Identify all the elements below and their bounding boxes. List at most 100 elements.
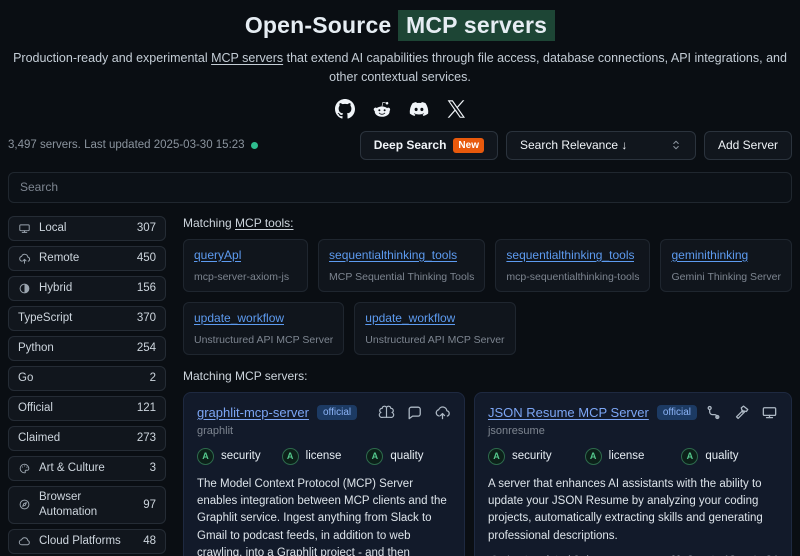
sidebar-item-art-culture[interactable]: Art & Culture 3 xyxy=(8,455,166,481)
sidebar-item-typescript[interactable]: TypeScript 370 xyxy=(8,305,166,331)
sidebar-item-count: 97 xyxy=(143,498,156,511)
tool-link[interactable]: sequentialthinking_tools xyxy=(506,248,634,262)
tool-source: Gemini Thinking Server xyxy=(671,270,781,283)
sidebar-item-label: Go xyxy=(18,371,34,384)
add-server-button[interactable]: Add Server xyxy=(703,130,792,160)
quality-rating[interactable]: Aquality xyxy=(681,447,778,465)
palette-icon xyxy=(18,462,31,475)
social-links xyxy=(8,99,792,119)
discord-icon[interactable] xyxy=(409,99,429,119)
reddit-icon[interactable] xyxy=(372,99,392,119)
tool-card: sequentialthinking_tools mcp-sequentialt… xyxy=(495,238,651,292)
rating-label: security xyxy=(221,450,261,463)
tool-link[interactable]: queryApl xyxy=(194,248,241,262)
license-rating[interactable]: Alicense xyxy=(281,447,367,465)
controls-buttons: Deep Search New Search Relevance ↓ Add S… xyxy=(359,130,792,160)
cloud-upload-icon xyxy=(18,252,31,265)
cloud-upload-icon[interactable] xyxy=(434,404,451,421)
server-capability-icons xyxy=(705,404,778,421)
tools-grid-row-2: update_workflow Unstructured API MCP Ser… xyxy=(183,301,792,355)
tool-link[interactable]: sequentialthinking_tools xyxy=(329,248,457,262)
servers-grid: graphlit-mcp-server official graphlit As… xyxy=(183,391,792,556)
sidebar-item-remote[interactable]: Remote 450 xyxy=(8,245,166,271)
subtitle-post: that extend AI capabilities through file… xyxy=(283,51,787,85)
x-icon[interactable] xyxy=(446,99,466,119)
servers-section-heading: Matching MCP servers: xyxy=(183,368,308,383)
grade-badge: A xyxy=(584,447,602,465)
deep-search-button[interactable]: Deep Search New xyxy=(359,130,498,160)
server-card-graphlit: graphlit-mcp-server official graphlit As… xyxy=(183,391,465,556)
page-title: Open-Source MCP servers xyxy=(8,10,792,41)
page-title-highlight: MCP servers xyxy=(398,10,556,41)
server-owner: jsonresume xyxy=(487,424,545,437)
tool-source: MCP Sequential Thinking Tools xyxy=(329,270,475,283)
server-card-header: graphlit-mcp-server official xyxy=(197,404,451,421)
sidebar-item-label: Browser Automation xyxy=(39,490,98,518)
server-ratings: Asecurity Alicense Aquality xyxy=(487,447,778,465)
sidebar-item-label: Art & Culture xyxy=(39,461,105,474)
sidebar-item-count: 156 xyxy=(136,282,156,295)
sidebar-item-claimed[interactable]: Claimed 273 xyxy=(8,425,166,451)
security-rating[interactable]: Asecurity xyxy=(197,447,282,465)
tool-link[interactable]: geminithinking xyxy=(671,248,748,262)
main-results: Matching MCP tools: queryApl mcp-server-… xyxy=(183,216,792,556)
sidebar-item-label: TypeScript xyxy=(18,311,73,324)
hammer-icon[interactable] xyxy=(733,404,750,421)
tool-source: mcp-sequentialthinking-tools xyxy=(506,270,640,283)
sidebar-item-count: 2 xyxy=(149,372,156,385)
sidebar-item-official[interactable]: Official 121 xyxy=(8,395,166,421)
license-rating[interactable]: Alicense xyxy=(584,447,682,465)
tool-link[interactable]: update_workflow xyxy=(194,311,284,325)
security-rating[interactable]: Asecurity xyxy=(487,447,585,465)
search-input[interactable] xyxy=(8,171,792,203)
sidebar-item-label: Remote xyxy=(39,251,80,264)
tools-heading-prefix: Matching xyxy=(183,215,236,230)
grade-badge: A xyxy=(487,447,505,465)
server-stats-text: 3,497 servers. Last updated 2025-03-30 1… xyxy=(8,139,245,152)
chevron-updown-icon xyxy=(670,139,682,151)
sidebar-item-cloud-platforms[interactable]: Cloud Platforms 48 xyxy=(8,528,166,554)
sidebar-item-go[interactable]: Go 2 xyxy=(8,365,166,391)
mcp-tools-link[interactable]: MCP tools: xyxy=(235,216,293,230)
server-owner: graphlit xyxy=(197,424,234,437)
sort-select[interactable]: Search Relevance ↓ xyxy=(505,130,696,160)
sidebar-item-label: Local xyxy=(39,221,67,234)
add-server-label: Add Server xyxy=(717,138,778,153)
sidebar-item-count: 254 xyxy=(136,342,156,355)
sidebar-item-browser-automation[interactable]: Browser Automation 97 xyxy=(8,485,166,524)
server-card-json-resume: JSON Resume MCP Server official jsonresu… xyxy=(473,391,792,556)
sidebar-item-label: Python xyxy=(18,341,54,354)
tool-source: Unstructured API MCP Server xyxy=(194,333,334,346)
cloud-icon xyxy=(18,535,31,548)
github-icon[interactable] xyxy=(335,99,355,119)
tool-link[interactable]: update_workflow xyxy=(365,311,455,325)
server-description: A server that enhances AI assistants wit… xyxy=(487,477,763,542)
brain-icon[interactable] xyxy=(378,404,395,421)
server-description: The Model Context Protocol (MCP) Server … xyxy=(197,477,447,556)
sidebar-item-count: 450 xyxy=(136,252,156,265)
sidebar-item-local[interactable]: Local 307 xyxy=(8,215,166,241)
mcp-servers-link[interactable]: MCP servers xyxy=(211,51,283,65)
grade-badge: A xyxy=(281,447,299,465)
server-card-header: JSON Resume MCP Server official xyxy=(488,404,778,421)
compass-icon xyxy=(18,498,31,511)
hybrid-icon xyxy=(18,282,31,295)
server-name-link[interactable]: JSON Resume MCP Server xyxy=(488,405,649,420)
sidebar-item-count: 307 xyxy=(136,222,156,235)
sidebar-item-count: 121 xyxy=(136,402,156,415)
sidebar-item-label: Claimed xyxy=(18,431,61,444)
chat-bubble-icon[interactable] xyxy=(406,404,423,421)
sidebar-item-hybrid[interactable]: Hybrid 156 xyxy=(8,275,166,301)
tool-source: Unstructured API MCP Server xyxy=(365,333,505,346)
server-capability-icons xyxy=(378,404,451,421)
route-icon[interactable] xyxy=(705,404,722,421)
tool-card: update_workflow Unstructured API MCP Ser… xyxy=(354,301,516,355)
hero-section: Open-Source MCP servers Production-ready… xyxy=(8,10,792,119)
tool-card: geminithinking Gemini Thinking Server xyxy=(660,238,792,292)
server-name-link[interactable]: graphlit-mcp-server xyxy=(197,405,309,420)
quality-rating[interactable]: Aquality xyxy=(366,447,451,465)
rating-label: quality xyxy=(390,450,424,463)
computer-icon[interactable] xyxy=(761,404,778,421)
rating-label: security xyxy=(511,450,552,463)
sidebar-item-python[interactable]: Python 254 xyxy=(8,335,166,361)
